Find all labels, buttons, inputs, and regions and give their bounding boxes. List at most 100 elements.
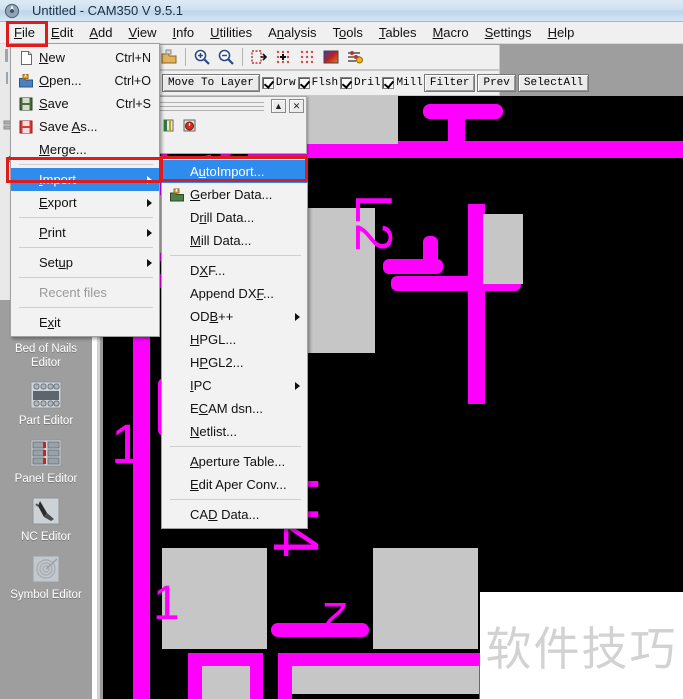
menu-item-setup[interactable]: Setup — [11, 251, 159, 274]
menu-item-print[interactable]: Print — [11, 221, 159, 244]
view-toolbar[interactable] — [155, 45, 500, 70]
color-palette-icon[interactable] — [320, 47, 342, 68]
submenu-item-odbpp-label: ODB++ — [190, 309, 295, 324]
checkbox-dril-box[interactable] — [340, 77, 352, 89]
menu-item-new[interactable]: New Ctrl+N — [11, 46, 159, 69]
submenu-item-dxf[interactable]: DXF... — [162, 259, 307, 282]
submenu-item-cad-data[interactable]: CAD Data... — [162, 503, 307, 526]
sidebar-item-part-editor[interactable]: Part Editor — [0, 378, 92, 428]
book-icon[interactable] — [161, 118, 176, 136]
symbol-editor-icon[interactable] — [27, 552, 65, 586]
submenu-item-hpgl2[interactable]: HPGL2... — [162, 351, 307, 374]
submenu-item-cad-data-label: CAD Data... — [190, 507, 307, 522]
menu-macro[interactable]: Macro — [424, 23, 476, 43]
mini-panel-collapse-button[interactable]: ▲ — [271, 99, 286, 113]
part-editor-icon[interactable] — [27, 378, 65, 412]
checkbox-mill-box[interactable] — [382, 77, 394, 89]
checkbox-drw[interactable]: Drw — [262, 77, 296, 89]
menu-analysis[interactable]: Analysis — [260, 23, 324, 43]
grid-dots-select-icon[interactable] — [272, 47, 294, 68]
import-data-icon — [164, 185, 190, 205]
submenu-item-append-dxf[interactable]: Append DXF... — [162, 282, 307, 305]
menu-file[interactable]: File — [6, 23, 43, 43]
submenu-item-drill-data[interactable]: Drill Data... — [162, 206, 307, 229]
submenu-item-edit-aper-conv[interactable]: Edit Aper Conv... — [162, 473, 307, 496]
menu-tables[interactable]: Tables — [371, 23, 425, 43]
submenu-separator — [170, 446, 301, 447]
nc-editor-icon[interactable] — [27, 494, 65, 528]
menu-item-export[interactable]: Export — [11, 191, 159, 214]
menu-item-merge-label: Merge... — [39, 142, 159, 157]
sidebar-item-nc-editor[interactable]: NC Editor — [0, 494, 92, 544]
menu-item-save-as[interactable]: Save As... — [11, 115, 159, 138]
submenu-item-ecam-dsn[interactable]: ECAM dsn... — [162, 397, 307, 420]
menu-item-exit[interactable]: Exit — [11, 311, 159, 334]
checkbox-dril[interactable]: Dril — [340, 77, 380, 89]
menu-item-save[interactable]: Save Ctrl+S — [11, 92, 159, 115]
editors-sidebar[interactable]: Bed of Nails Editor Part Editor — [0, 300, 92, 699]
stopwatch-icon[interactable] — [182, 118, 197, 136]
submenu-item-autoimport-label: AutoImport... — [190, 164, 307, 179]
submenu-item-ipc[interactable]: IPC — [162, 374, 307, 397]
layer-filter-toolbar[interactable]: Move To Layer Drw Flsh Dril Mill Filter … — [155, 70, 500, 96]
menu-item-save-label: Save — [39, 96, 116, 111]
submenu-item-autoimport[interactable]: AutoImport... — [162, 160, 307, 183]
prev-button[interactable]: Prev — [477, 74, 515, 92]
menu-add[interactable]: Add — [81, 23, 120, 43]
checkbox-flsh[interactable]: Flsh — [298, 77, 338, 89]
submenu-item-gerber-data[interactable]: Gerber Data... — [162, 183, 307, 206]
menu-settings[interactable]: Settings — [477, 23, 540, 43]
checkbox-flsh-label: Flsh — [312, 77, 338, 89]
filter-button[interactable]: Filter — [424, 74, 476, 92]
mini-panel-close-button[interactable]: ✕ — [289, 99, 304, 113]
menubar[interactable]: File Edit Add View Info Utilities Analys… — [0, 22, 683, 44]
menu-item-save-as-label: Save As... — [39, 119, 151, 134]
menu-item-open[interactable]: Open... Ctrl+O — [11, 69, 159, 92]
checkbox-drw-box[interactable] — [262, 77, 274, 89]
menu-info[interactable]: Info — [164, 23, 202, 43]
floating-mini-panel[interactable]: ▲ ✕ — [152, 96, 307, 154]
checkbox-flsh-box[interactable] — [298, 77, 310, 89]
sidebar-label-bed-of-nails-line1: Bed of Nails — [15, 343, 77, 355]
menu-utilities[interactable]: Utilities — [202, 23, 260, 43]
menu-separator — [19, 247, 153, 248]
menu-item-export-label: Export — [39, 195, 147, 210]
import-submenu[interactable]: AutoImport... Gerber Data... Drill Data.… — [161, 157, 308, 529]
move-to-layer-icon[interactable] — [248, 47, 270, 68]
sidebar-item-symbol-editor[interactable]: Symbol Editor — [0, 552, 92, 602]
silk-label-2-bottom: 2 — [322, 592, 348, 646]
chevron-right-icon — [295, 313, 300, 321]
submenu-item-aperture-table[interactable]: Aperture Table... — [162, 450, 307, 473]
submenu-item-ipc-label: IPC — [190, 378, 295, 393]
menu-item-import[interactable]: Import — [11, 168, 159, 191]
checkbox-mill[interactable]: Mill — [382, 77, 422, 89]
file-dropdown-menu[interactable]: New Ctrl+N Open... Ctrl+O Save Ctrl+S — [10, 43, 160, 337]
submenu-item-hpgl[interactable]: HPGL... — [162, 328, 307, 351]
submenu-item-append-dxf-label: Append DXF... — [190, 286, 307, 301]
menu-separator — [19, 164, 153, 165]
chevron-right-icon — [295, 382, 300, 390]
menu-item-merge[interactable]: Merge... — [11, 138, 159, 161]
zoom-out-icon[interactable] — [215, 47, 237, 68]
menu-item-exit-label: Exit — [39, 315, 159, 330]
select-all-button[interactable]: SelectAll — [518, 74, 589, 92]
submenu-item-netlist[interactable]: Netlist... — [162, 420, 307, 443]
menu-separator — [19, 307, 153, 308]
submenu-item-odbpp[interactable]: ODB++ — [162, 305, 307, 328]
sidebar-item-panel-editor[interactable]: Panel Editor — [0, 436, 92, 486]
open-folder-icon[interactable] — [158, 47, 180, 68]
mini-panel-icon-row[interactable] — [153, 115, 306, 136]
menu-edit[interactable]: Edit — [43, 23, 81, 43]
zoom-in-icon[interactable] — [191, 47, 213, 68]
layer-settings-icon[interactable] — [344, 47, 366, 68]
move-to-layer-button[interactable]: Move To Layer — [162, 74, 260, 92]
mini-panel-header[interactable]: ▲ ✕ — [153, 97, 306, 115]
menu-view[interactable]: View — [121, 23, 165, 43]
submenu-item-mill-data[interactable]: Mill Data... — [162, 229, 307, 252]
menu-item-new-accel: Ctrl+N — [115, 51, 159, 65]
menu-tools[interactable]: Tools — [325, 23, 371, 43]
grid-dots-icon[interactable] — [296, 47, 318, 68]
watermark-text: 软件技巧 — [486, 613, 678, 679]
panel-editor-icon[interactable] — [27, 436, 65, 470]
menu-help[interactable]: Help — [540, 23, 583, 43]
